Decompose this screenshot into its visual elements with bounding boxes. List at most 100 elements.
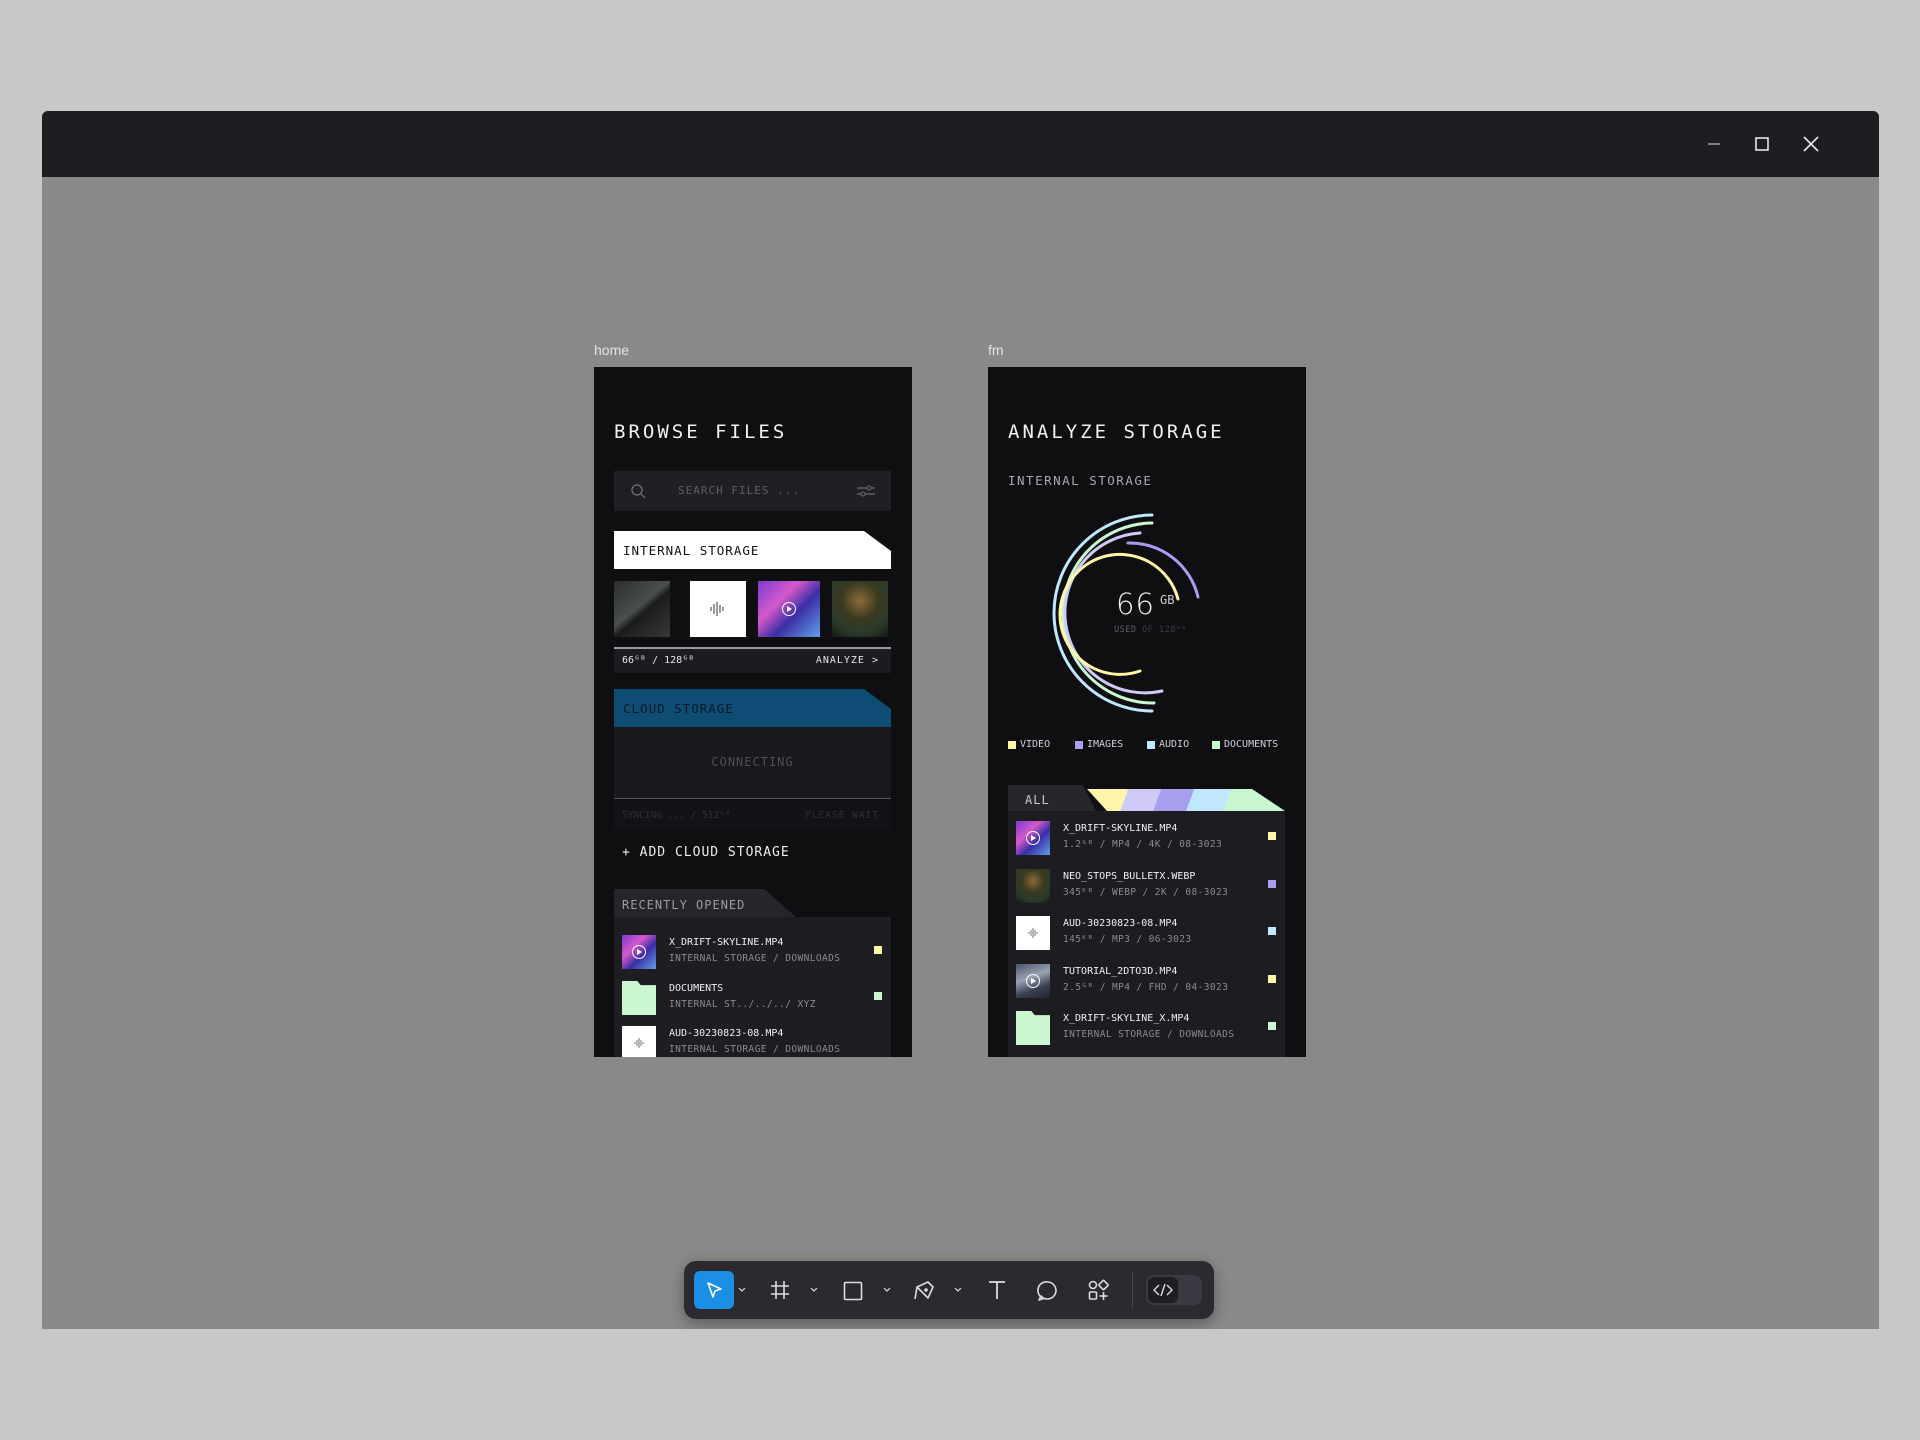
pen-tool-icon[interactable] <box>914 1279 936 1301</box>
video-tag-dot <box>1268 975 1276 983</box>
recent-files-list: X_DRIFT-SKYLINE.MP4 INTERNAL STORAGE / D… <box>614 917 891 1057</box>
frame-tool-chevron-icon[interactable] <box>810 1287 818 1293</box>
list-item[interactable]: NEO_STOPS_BULLETX.WEBP 345ᴷᴮ / WEBP / 2K… <box>1008 869 1285 913</box>
list-item[interactable]: TUTORIAL_2DTO3D.MP4 2.5ᴳᴮ / MP4 / FHD / … <box>1008 964 1285 1008</box>
fm-frame[interactable]: ANALYZE STORAGE INTERNAL STORAGE 66 GB U… <box>988 367 1306 1057</box>
category-stripes <box>1087 789 1285 811</box>
legend-swatch-video <box>1008 740 1016 749</box>
file-name: X_DRIFT-SKYLINE_X.MP4 <box>1063 1013 1190 1024</box>
recently-opened-tab: RECENTLY OPENED <box>614 889 796 917</box>
video-tag-dot <box>1268 832 1276 840</box>
dev-mode-toggle[interactable] <box>1146 1275 1202 1305</box>
cloud-status-panel: CONNECTING <box>614 727 891 799</box>
add-cloud-storage-button[interactable]: + ADD CLOUD STORAGE <box>622 845 790 860</box>
file-name: X_DRIFT-SKYLINE.MP4 <box>669 937 784 948</box>
file-name: TUTORIAL_2DTO3D.MP4 <box>1063 966 1178 977</box>
storage-usage-row: 66ᴳᴮ / 128ᴳᴮ ANALYZE > <box>614 647 891 673</box>
folder-icon <box>1016 1011 1050 1045</box>
maximize-icon[interactable] <box>1748 130 1776 158</box>
all-tab-label: ALL <box>1025 793 1050 807</box>
legend-swatch-audio <box>1147 740 1155 749</box>
minimize-icon[interactable] <box>1700 130 1728 158</box>
legend-audio: AUDIO <box>1147 739 1189 750</box>
frame-label-home[interactable]: home <box>594 342 629 358</box>
move-tool-chevron-icon[interactable] <box>738 1287 746 1293</box>
legend-label: DOCUMENTS <box>1224 739 1279 750</box>
legend-video: VIDEO <box>1008 739 1050 750</box>
frame-tool-icon[interactable] <box>770 1280 790 1300</box>
file-name: NEO_STOPS_BULLETX.WEBP <box>1063 871 1196 882</box>
home-frame[interactable]: BROWSE FILES SEARCH FILES ... INTERNAL S… <box>594 367 912 1057</box>
audio-wave-icon <box>710 602 724 616</box>
file-meta: 145ᴷᴮ / MP3 / 06-3023 <box>1063 934 1192 945</box>
file-name: AUD-30230823-08.MP4 <box>1063 918 1178 929</box>
legend-label: VIDEO <box>1020 739 1051 750</box>
move-tool-icon[interactable] <box>694 1271 734 1309</box>
file-path: INTERNAL STORAGE / DOWNLOADS <box>669 1044 841 1055</box>
used-prefix: USED <box>1114 625 1137 635</box>
photo-thumbnail <box>1016 869 1050 903</box>
list-item[interactable]: X_DRIFT-SKYLINE.MP4 INTERNAL STORAGE / D… <box>614 935 891 979</box>
close-icon[interactable] <box>1797 130 1825 158</box>
photo-thumbnail[interactable] <box>832 581 888 637</box>
cloud-storage-label: CLOUD STORAGE <box>623 701 734 716</box>
documents-tag-dot <box>1268 1022 1276 1030</box>
list-item[interactable]: X_DRIFT-SKYLINE_X.MP4 INTERNAL STORAGE /… <box>1008 1011 1285 1055</box>
comment-tool-icon[interactable] <box>1037 1280 1059 1302</box>
play-icon <box>1026 974 1040 988</box>
file-thumbnail[interactable] <box>614 581 670 637</box>
pen-tool-chevron-icon[interactable] <box>954 1287 962 1293</box>
legend-documents: DOCUMENTS <box>1212 739 1278 750</box>
please-wait-text: PLEASE WAIT <box>805 810 879 821</box>
play-icon <box>782 602 796 616</box>
folder-icon <box>622 981 656 1015</box>
list-item[interactable]: AUD-30230823-08.MP4 145ᴷᴮ / MP3 / 06-302… <box>1008 916 1285 960</box>
used-suffix: OF 128ᴳᴮ <box>1142 625 1188 635</box>
rectangle-tool-chevron-icon[interactable] <box>883 1287 891 1293</box>
video-tag-dot <box>874 946 882 954</box>
internal-storage-label: INTERNAL STORAGE <box>1008 473 1153 488</box>
app-window: home fm BROWSE FILES SEARCH FILES ... IN… <box>42 111 1879 1329</box>
search-icon <box>631 484 646 499</box>
images-tag-dot <box>1268 880 1276 888</box>
audio-thumbnail[interactable] <box>690 581 746 637</box>
file-meta: 345ᴷᴮ / WEBP / 2K / 08-3023 <box>1063 887 1229 898</box>
page-title: BROWSE FILES <box>614 421 788 443</box>
list-item[interactable]: DOCUMENTS INTERNAL ST../../../ XYZ <box>614 981 891 1025</box>
cloud-storage-header[interactable]: CLOUD STORAGE <box>614 689 891 727</box>
components-icon[interactable] <box>1087 1279 1109 1301</box>
file-name: X_DRIFT-SKYLINE.MP4 <box>1063 823 1178 834</box>
search-placeholder: SEARCH FILES ... <box>678 484 800 497</box>
toolbar-divider <box>1132 1271 1133 1309</box>
internal-storage-header[interactable]: INTERNAL STORAGE <box>614 531 891 569</box>
syncing-text: SYNCING ... / 512ᴳᴮ <box>622 810 731 821</box>
frame-label-fm[interactable]: fm <box>988 342 1004 358</box>
used-unit: GB <box>1160 593 1175 607</box>
play-icon <box>1026 831 1040 845</box>
audio-wave-icon <box>634 1038 644 1048</box>
audio-icon <box>1016 916 1050 950</box>
text-tool-icon[interactable] <box>987 1280 1007 1300</box>
rectangle-tool-icon[interactable] <box>843 1281 863 1301</box>
video-thumbnail <box>622 935 656 969</box>
video-thumbnail <box>1016 821 1050 855</box>
internal-storage-label: INTERNAL STORAGE <box>623 543 760 558</box>
title-bar <box>42 111 1879 177</box>
file-meta: 2.5ᴳᴮ / MP4 / FHD / 04-3023 <box>1063 982 1229 993</box>
search-input[interactable]: SEARCH FILES ... <box>614 471 891 511</box>
video-thumbnail[interactable] <box>758 581 820 637</box>
legend-swatch-images <box>1075 740 1083 749</box>
storage-usage-text: 66ᴳᴮ / 128ᴳᴮ <box>622 655 695 666</box>
recently-opened-label: RECENTLY OPENED <box>622 898 746 912</box>
analyze-link[interactable]: ANALYZE > <box>816 655 879 666</box>
video-thumbnail <box>1016 964 1050 998</box>
list-item[interactable]: X_DRIFT-SKYLINE.MP4 1.2ᴳᴮ / MP4 / 4K / 0… <box>1008 821 1285 865</box>
connecting-text: CONNECTING <box>711 755 794 769</box>
file-path: INTERNAL ST../../../ XYZ <box>669 999 816 1010</box>
dev-mode-icon <box>1148 1277 1178 1303</box>
list-item[interactable]: AUD-30230823-08.MP4 INTERNAL STORAGE / D… <box>614 1026 891 1057</box>
audio-tag-dot <box>1268 927 1276 935</box>
used-caption: USED OF 128ᴳᴮ <box>1114 625 1187 635</box>
documents-tag-dot <box>874 992 882 1000</box>
filter-icon[interactable] <box>857 485 875 497</box>
